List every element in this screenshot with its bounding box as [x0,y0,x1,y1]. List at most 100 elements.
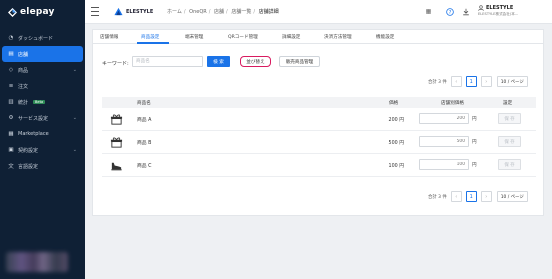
chevron-down-icon: ⌄ [72,115,77,121]
yen-unit: 円 [472,140,477,145]
language-icon: 文 [8,164,14,170]
total-count: 合計 3 件 [428,194,447,200]
user-menu[interactable]: ELESTYLE ELESTYLE株式会社(本... [478,5,550,17]
gift-box-icon [110,137,123,148]
shop-price-input[interactable] [419,113,469,124]
yen-unit: 円 [472,117,477,122]
sidebar: elepay ◔ ダッシュボード ▤ 店舗 ◇ 商品 ⌄ ≡ 注文 ▥ 統計 B… [0,0,85,279]
product-name: 商品 C [137,164,152,169]
sidebar-item-language[interactable]: 文 言語設定 [0,158,85,174]
store-icon: ▤ [8,51,14,57]
save-button[interactable]: 保 存 [498,113,521,124]
sort-button[interactable]: 並び替え [240,56,271,67]
sidebar-item-label: サービス設定 [18,115,49,122]
beta-badge: Beta [33,100,46,104]
tag-icon: ◇ [8,67,14,73]
sidebar-item-label: Marketplace [18,131,49,137]
page-size-select[interactable]: 10 / ページ [496,76,528,87]
save-button[interactable]: 保 存 [498,136,521,147]
sidebar-item-orders[interactable]: ≡ 注文 [0,78,85,94]
col-header-name: 商品名 [137,101,151,106]
chevron-down-icon: ⌄ [72,67,77,73]
user-icon [478,5,484,11]
app-logo[interactable]: elepay [8,6,55,18]
sidebar-nav: ◔ ダッシュボード ▤ 店舗 ◇ 商品 ⌄ ≡ 注文 ▥ 統計 Beta ⚙ サ… [0,30,85,174]
menu-toggle-icon[interactable] [91,7,99,16]
sidebar-item-label: 注文 [18,83,29,90]
table-row: 商品 A 200 円 円 保 存 [102,108,536,131]
page-1-button[interactable]: 1 [465,76,477,87]
page-size-select[interactable]: 10 / ページ [496,191,528,202]
brand-logo-icon [114,7,123,16]
main-card: 店舗情報 商品設定 端末管理 QRコード管理 詳細設定 決済方法管理 機能設定 … [92,29,544,216]
sidebar-item-label: ダッシュボード [18,35,54,42]
col-header-setting: 設定 [503,101,513,106]
sidebar-item-products[interactable]: ◇ 商品 ⌄ [0,62,85,78]
dashboard-icon: ◔ [8,35,14,41]
logo-text: elepay [20,7,55,17]
breadcrumb-item-store-detail: 店舗詳細 [258,9,279,15]
next-page-button[interactable]: › [480,191,492,202]
product-price: 500 円 [388,141,404,146]
user-name-row: ELESTYLE [478,5,550,11]
tab-detail-settings[interactable]: 詳細設定 [282,34,300,40]
breadcrumb-item-store-list[interactable]: 店舗一覧 [231,9,251,15]
tab-product-settings[interactable]: 商品設定 [141,34,159,40]
shop-price-input[interactable] [419,136,469,147]
breadcrumb-item-store[interactable]: 店舗 [214,9,224,15]
gear-icon: ⚙ [8,115,14,121]
table-row: 商品 C 100 円 円 保 存 [102,154,536,177]
product-price: 200 円 [388,118,404,123]
tab-terminal-management[interactable]: 端末管理 [185,34,203,40]
pagination-bottom: 合計 3 件 ‹ 1 › 10 / ページ [428,191,528,202]
prev-page-button[interactable]: ‹ [450,76,462,87]
breadcrumb-item-home[interactable]: ホーム [167,9,182,15]
user-company: ELESTYLE株式会社(本... [478,12,519,16]
top-header: ELESTYLE ホーム / OneQR / 店舗 / 店舗一覧 / 店舗詳細 ▦ ? … [85,0,552,24]
shoe-icon [111,162,122,171]
yen-unit: 円 [472,163,477,168]
product-name: 商品 A [137,118,152,123]
user-name: ELESTYLE [486,5,514,11]
brand-name: ELESTYLE [126,8,154,15]
page-1-button[interactable]: 1 [465,191,477,202]
sidebar-item-label: 言語設定 [18,163,39,170]
gift-box-icon [110,114,123,125]
help-icon[interactable]: ? [445,7,454,16]
sidebar-item-contract[interactable]: ▣ 契約設定 ⌄ [0,142,85,158]
col-header-shop-price: 店舗別価格 [441,101,464,106]
sidebar-item-label: 統計 [18,99,29,106]
sidebar-item-stats[interactable]: ▥ 統計 Beta [0,94,85,110]
brand: ELESTYLE [114,7,153,16]
table-row: 商品 B 500 円 円 保 存 [102,131,536,154]
tab-store-info[interactable]: 店舗情報 [100,34,118,40]
product-price: 100 円 [388,164,404,169]
tab-qr-management[interactable]: QRコード管理 [228,34,258,40]
tab-payment-methods[interactable]: 決済方法管理 [324,34,352,40]
search-button[interactable]: 検 索 [207,56,230,67]
next-page-button[interactable]: › [480,76,492,87]
contract-icon: ▣ [8,147,14,153]
sidebar-item-label: 店舗 [18,51,29,58]
sidebar-item-service-settings[interactable]: ⚙ サービス設定 ⌄ [0,110,85,126]
chart-icon: ▥ [8,99,14,105]
elepay-logo-icon [8,7,17,17]
sale-products-button[interactable]: 販売商品管理 [279,56,320,67]
blurred-account-area [6,252,68,272]
download-icon[interactable] [461,7,470,16]
grid-apps-icon[interactable]: ▦ [424,7,433,16]
sidebar-item-marketplace[interactable]: ▦ Marketplace [0,126,85,142]
keyword-label: キーワード: [102,61,129,67]
keyword-search-input[interactable] [132,56,203,67]
chevron-down-icon: ⌄ [72,147,77,153]
pagination-top: 合計 3 件 ‹ 1 › 10 / ページ [428,76,528,87]
sidebar-item-store[interactable]: ▤ 店舗 [2,46,83,62]
save-button[interactable]: 保 存 [498,159,521,170]
tab-feature-settings[interactable]: 機能設定 [376,34,394,40]
shop-price-input[interactable] [419,159,469,170]
breadcrumb-item-oneqr[interactable]: OneQR [189,9,207,15]
prev-page-button[interactable]: ‹ [450,191,462,202]
sidebar-item-dashboard[interactable]: ◔ ダッシュボード [0,30,85,46]
active-tab-indicator [137,42,169,44]
grid-icon: ▦ [8,131,14,137]
